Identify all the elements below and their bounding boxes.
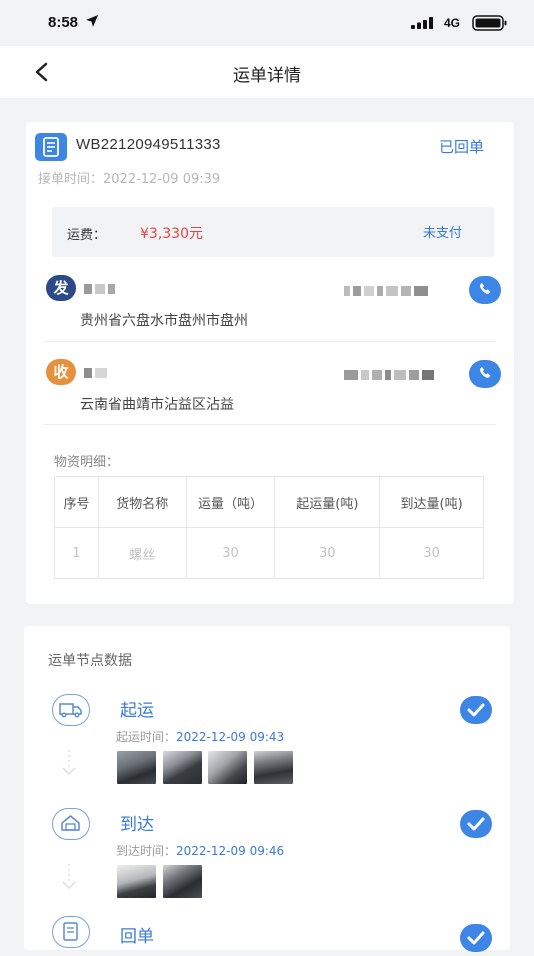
location-arrow-icon bbox=[86, 15, 98, 27]
node-name: 到达 bbox=[120, 815, 154, 835]
goods-title: 物资明细： bbox=[54, 455, 120, 470]
check-icon bbox=[460, 696, 492, 724]
connector-arrow-icon bbox=[62, 864, 76, 890]
divider bbox=[44, 424, 496, 425]
goods-table: 序号 货物名称 运量（吨） 起运量(吨) 到达量(吨) 1 螺丝 30 30 3… bbox=[54, 476, 484, 579]
nav-bar: 运单详情 bbox=[0, 46, 534, 98]
sender-name-redacted bbox=[84, 278, 134, 294]
document-icon bbox=[35, 133, 67, 161]
waybill-nodes-card: 运单节点数据 起运 起运时间：2022-12-09 09:43 到达 到达时间：… bbox=[24, 626, 510, 952]
node-time-value: 2022-12-09 09:43 bbox=[176, 730, 285, 744]
network-type: 4G bbox=[444, 16, 461, 30]
accept-time-label: 接单时间： bbox=[38, 172, 104, 187]
divider bbox=[44, 341, 496, 342]
receipt-icon bbox=[52, 916, 90, 948]
fee-label: 运费： bbox=[67, 228, 107, 243]
signal-icon bbox=[411, 17, 433, 29]
sender-badge: 发 bbox=[46, 275, 76, 301]
fee-box: 运费： ¥3,330元 未支付 bbox=[52, 207, 494, 257]
accept-time-value: 2022-12-09 09:39 bbox=[103, 172, 221, 187]
node-time-label: 到达时间： bbox=[116, 844, 177, 858]
table-header-row: 序号 货物名称 运量（吨） 起运量(吨) 到达量(吨) bbox=[54, 476, 484, 528]
node-name: 起运 bbox=[120, 701, 154, 721]
table-cell: 30 bbox=[379, 527, 484, 579]
payment-status: 未支付 bbox=[422, 226, 462, 241]
waybill-card: WB22120949511333 已回单 接单时间：2022-12-09 09:… bbox=[26, 122, 514, 604]
nodes-title: 运单节点数据 bbox=[48, 653, 132, 669]
photo-thumbnail[interactable] bbox=[163, 751, 202, 784]
photo-thumbnail[interactable] bbox=[117, 865, 156, 898]
connector-arrow-icon bbox=[62, 750, 76, 776]
column-header: 序号 bbox=[54, 476, 99, 528]
receiver-address: 云南省曲靖市沾益区沾益 bbox=[80, 397, 234, 413]
photo-thumbnail[interactable] bbox=[254, 751, 293, 784]
table-cell: 螺丝 bbox=[97, 527, 187, 579]
table-row: 1 螺丝 30 30 30 bbox=[54, 527, 484, 579]
truck-icon bbox=[52, 694, 90, 726]
column-header: 运量（吨） bbox=[185, 476, 276, 528]
check-icon bbox=[460, 924, 492, 952]
waybill-status: 已回单 bbox=[438, 138, 484, 156]
table-cell: 30 bbox=[185, 527, 276, 579]
sender-address: 贵州省六盘水市盘州市盘州 bbox=[80, 313, 248, 329]
call-sender-button[interactable] bbox=[469, 276, 501, 304]
receiver-badge: 收 bbox=[46, 359, 76, 385]
waybill-number: WB22120949511333 bbox=[76, 136, 221, 153]
page-title: 运单详情 bbox=[233, 66, 301, 86]
table-cell: 1 bbox=[54, 527, 99, 579]
phone-icon bbox=[480, 283, 491, 294]
sender-phone-redacted bbox=[344, 280, 464, 296]
node-name: 回单 bbox=[120, 927, 154, 947]
phone-icon bbox=[480, 367, 491, 378]
receiver-row: 收 云南省曲靖市沾益区沾益 bbox=[44, 352, 501, 424]
column-header: 起运量(吨) bbox=[274, 476, 381, 528]
node-time-label: 起运时间： bbox=[116, 730, 177, 744]
photo-thumbnail[interactable] bbox=[117, 751, 156, 784]
fee-value: ¥3,330元 bbox=[140, 226, 203, 242]
node-time-value: 2022-12-09 09:46 bbox=[176, 844, 285, 858]
table-cell: 30 bbox=[274, 527, 381, 579]
column-header: 到达量(吨) bbox=[379, 476, 484, 528]
column-header: 货物名称 bbox=[97, 476, 187, 528]
sender-row: 发 贵州省六盘水市盘州市盘州 bbox=[44, 268, 501, 340]
receiver-phone-redacted bbox=[344, 364, 464, 380]
warehouse-icon bbox=[52, 808, 90, 840]
status-bar: 8:58 4G bbox=[0, 0, 534, 46]
status-time: 8:58 bbox=[48, 14, 79, 31]
node-time: 到达时间：2022-12-09 09:46 bbox=[116, 842, 284, 859]
photo-thumbnail[interactable] bbox=[163, 865, 202, 898]
call-receiver-button[interactable] bbox=[469, 360, 501, 388]
node-time: 起运时间：2022-12-09 09:43 bbox=[116, 728, 284, 745]
accept-time: 接单时间：2022-12-09 09:39 bbox=[38, 168, 220, 187]
check-icon bbox=[460, 810, 492, 838]
receiver-name-redacted bbox=[84, 362, 134, 378]
photo-thumbnail[interactable] bbox=[208, 751, 247, 784]
battery-icon bbox=[472, 15, 507, 31]
